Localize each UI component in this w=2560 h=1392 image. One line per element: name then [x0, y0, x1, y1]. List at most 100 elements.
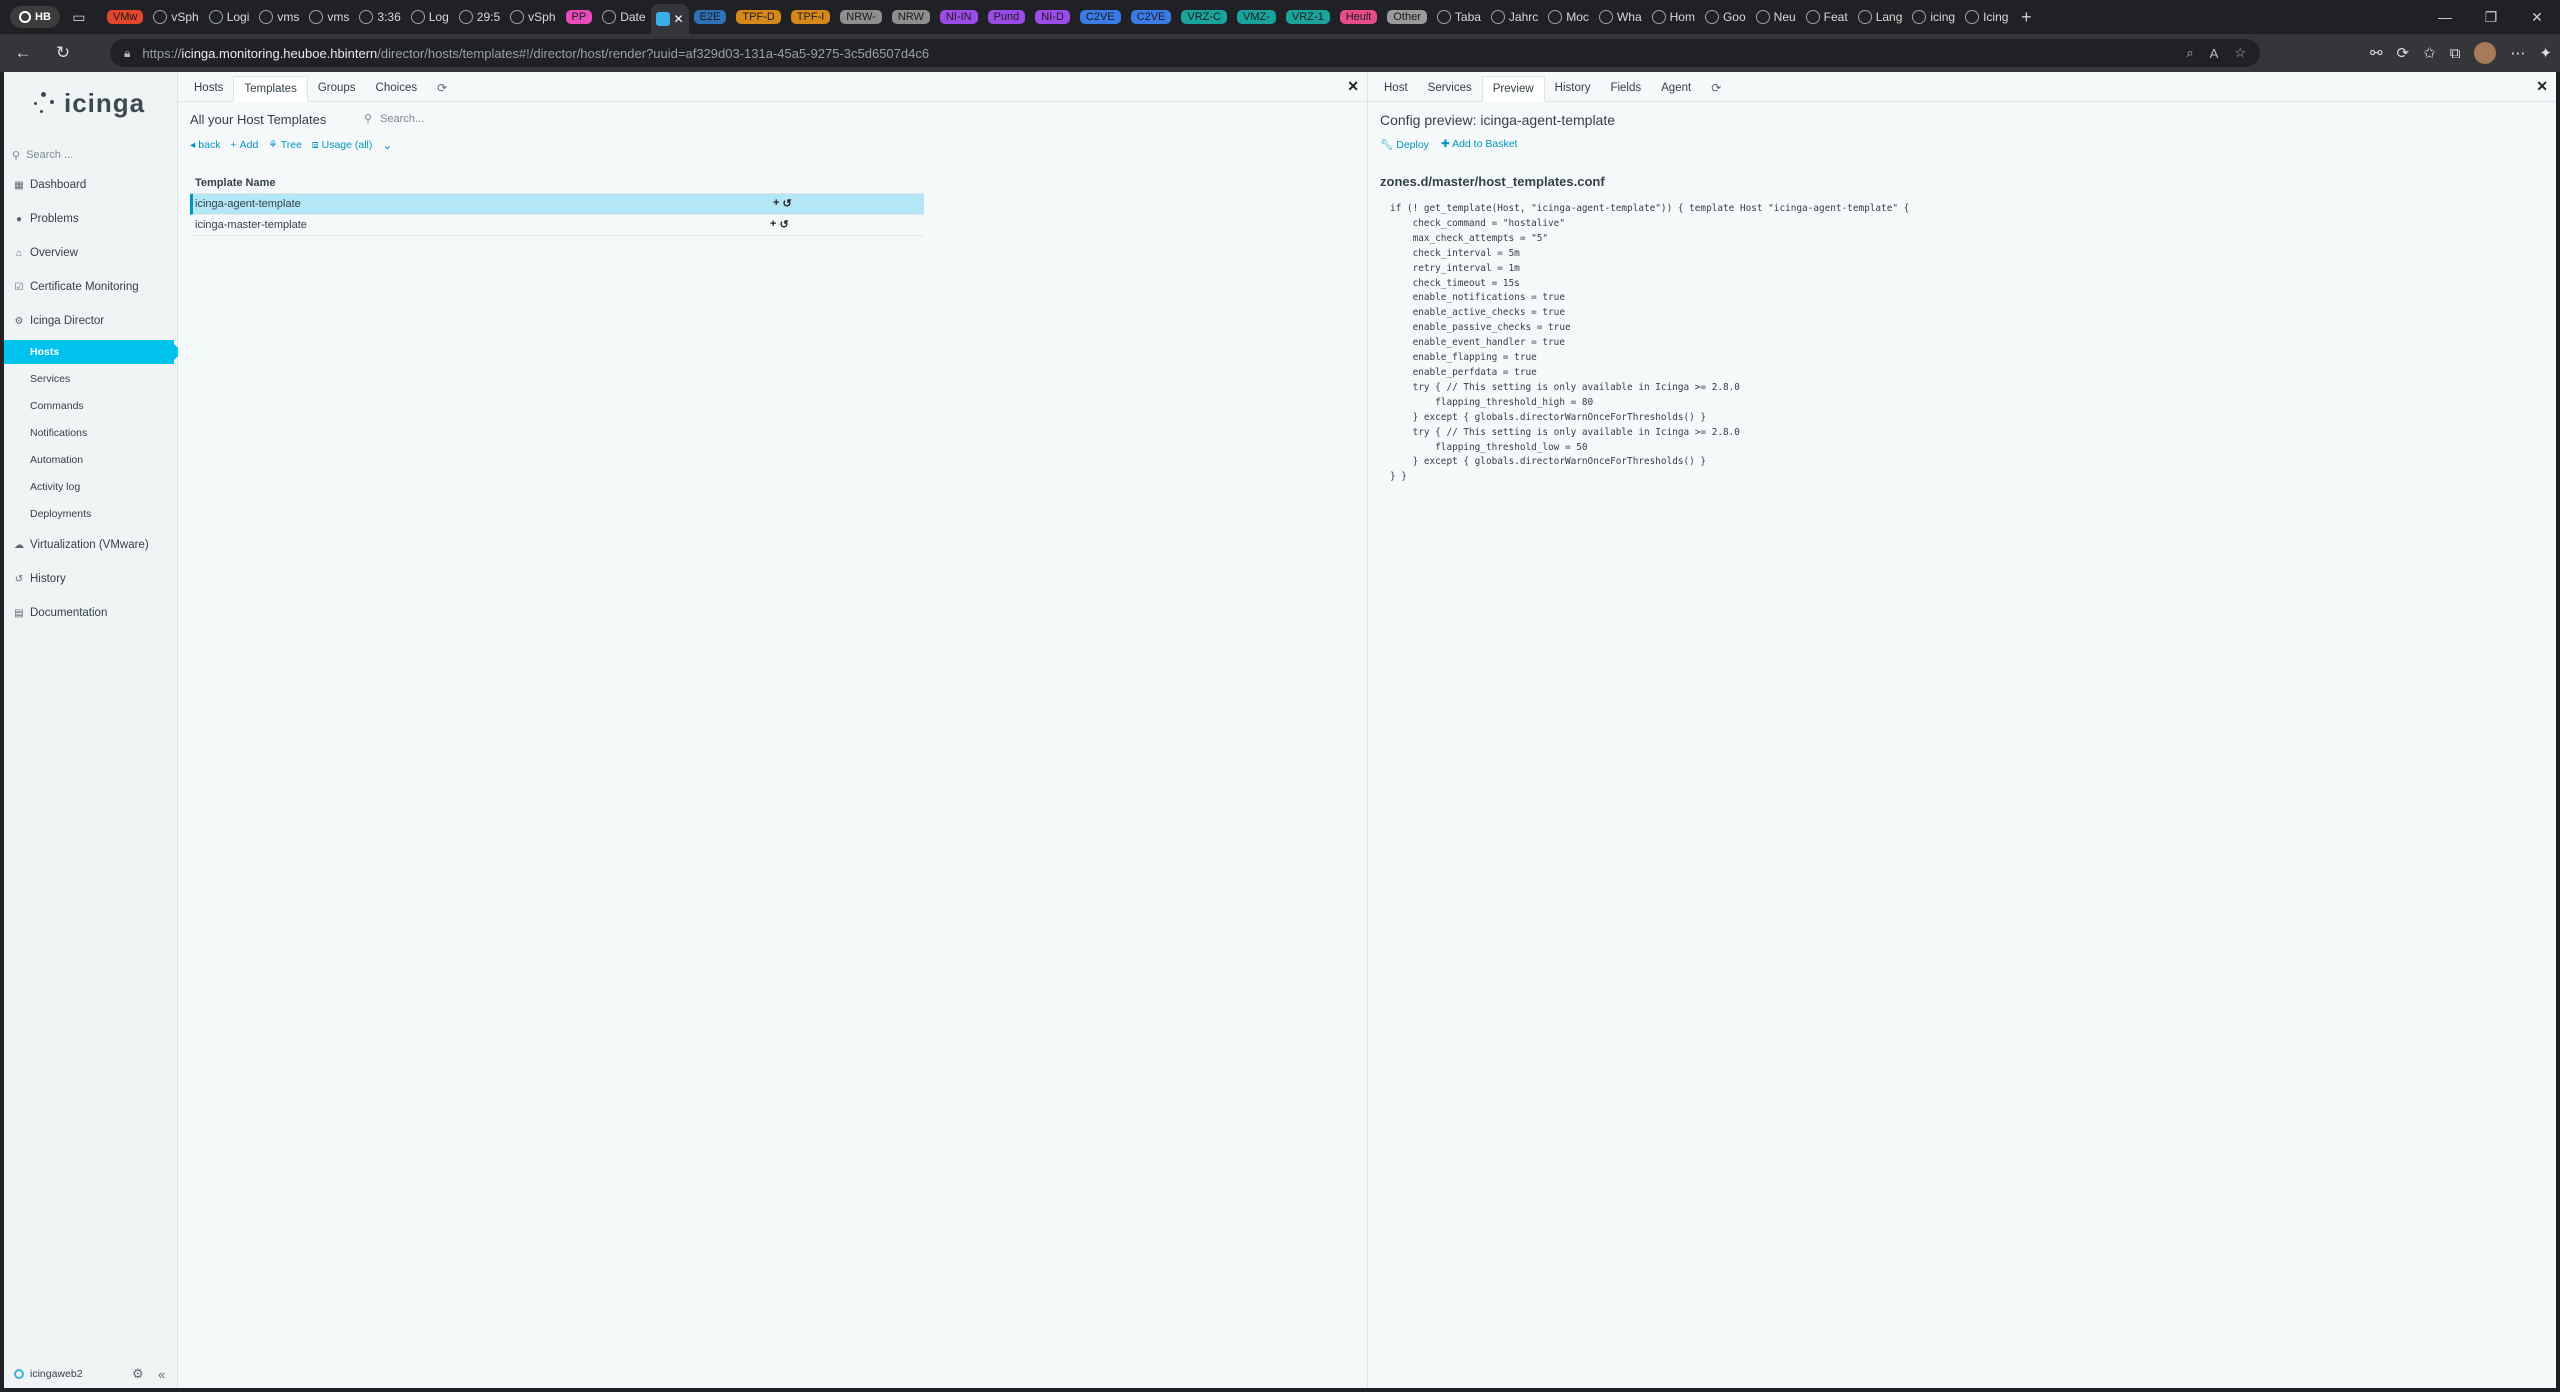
browser-tab[interactable]: vSph	[505, 4, 560, 30]
favorite-star-icon[interactable]: ☆	[2234, 45, 2246, 61]
browser-tab[interactable]: Icing	[1960, 4, 2013, 30]
browser-tab[interactable]: Log	[406, 4, 454, 30]
sidebar-item-icinga-director[interactable]: ⚙ Icinga Director	[4, 308, 178, 334]
browser-tab[interactable]: VMw	[102, 4, 148, 30]
settings-gear-icon[interactable]: ⚙	[132, 1366, 144, 1382]
tab-actions-icon[interactable]: ▭	[66, 4, 92, 30]
tab-preview[interactable]: Preview	[1481, 76, 1545, 102]
browser-tab[interactable]: E2E	[689, 4, 732, 30]
collapse-sidebar-icon[interactable]: «	[158, 1367, 165, 1382]
sidebar-item-dashboard[interactable]: ▦ Dashboard	[4, 172, 178, 198]
sidebar-subitem-notifications[interactable]: Notifications	[4, 421, 178, 445]
sidebar-subitem-activity-log[interactable]: Activity log	[4, 475, 178, 499]
tree-link[interactable]: ⚘ Tree	[268, 139, 302, 151]
close-column-icon[interactable]: ✕	[1347, 78, 1359, 95]
browser-tab[interactable]: VRZ-1	[1281, 4, 1335, 30]
sidebar-item-certificate-monitoring[interactable]: ☑ Certificate Monitoring	[4, 274, 178, 300]
tab-choices[interactable]: Choices	[366, 75, 428, 101]
browser-tab[interactable]: Logi	[204, 4, 255, 30]
browser-tab[interactable]: icing	[1907, 4, 1960, 30]
browser-tab[interactable]: Other	[1382, 4, 1432, 30]
sidebar-item-problems[interactable]: ● Problems	[4, 206, 178, 232]
account-avatar[interactable]	[2474, 42, 2497, 64]
browser-tab[interactable]: vms	[254, 4, 304, 30]
url-field[interactable]: 🔒︎ https://icinga.monitoring.heuboe.hbin…	[110, 39, 2260, 67]
add-link[interactable]: + Add	[230, 139, 258, 151]
favorites-icon[interactable]: ✩	[2423, 44, 2436, 62]
browser-tab[interactable]: Taba	[1432, 4, 1486, 30]
sidebar-search-input[interactable]: ⚲ Search ...	[12, 144, 170, 166]
back-icon[interactable]: ←	[6, 38, 40, 68]
sidebar-item-history[interactable]: ↺ History	[4, 566, 178, 592]
reload-icon[interactable]: ↻	[46, 38, 80, 68]
browser-tab[interactable]: Date	[597, 4, 650, 30]
tab-groups[interactable]: Groups	[308, 75, 366, 101]
tab-host[interactable]: Host	[1374, 75, 1418, 101]
browser-tab[interactable]: Lang	[1853, 4, 1908, 30]
sidebar-subitem-services[interactable]: Services	[4, 367, 178, 391]
sync-icon[interactable]: ⟳	[2397, 44, 2410, 62]
tab-fields[interactable]: Fields	[1600, 75, 1651, 101]
browser-tab[interactable]: Moc	[1543, 4, 1594, 30]
browser-tab[interactable]: Heult	[1335, 4, 1383, 30]
browser-tab[interactable]: NI-D	[1030, 4, 1075, 30]
sidebar-subitem-hosts[interactable]: Hosts	[4, 340, 182, 364]
tab-agent[interactable]: Agent	[1651, 75, 1701, 101]
browser-tab[interactable]: Pund	[983, 4, 1031, 30]
add-to-basket-link[interactable]: ✚ Add to Basket	[1441, 138, 1518, 151]
browser-tab[interactable]: VRZ-C	[1176, 4, 1232, 30]
tab-hosts[interactable]: Hosts	[184, 75, 233, 101]
browser-tab[interactable]: 29:5	[454, 4, 505, 30]
refresh-icon[interactable]: ⟳	[427, 75, 457, 101]
icinga-logo[interactable]: icinga	[32, 88, 145, 119]
history-icon[interactable]: ↺	[782, 197, 791, 210]
browser-tab[interactable]: NI-IN	[935, 4, 983, 30]
plus-icon[interactable]: +	[773, 197, 779, 210]
site-info-icon[interactable]: 🔒︎	[124, 46, 130, 61]
sidebar-subitem-automation[interactable]: Automation	[4, 448, 178, 472]
browser-tab[interactable]: Goo	[1700, 4, 1751, 30]
browser-tab[interactable]: Jahrc	[1486, 4, 1543, 30]
more-menu-icon[interactable]: ⋯	[2510, 44, 2525, 62]
deploy-link[interactable]: 🔧︎ Deploy	[1380, 138, 1429, 151]
template-search-input[interactable]: ⚲ Search...	[364, 112, 424, 126]
browser-tab[interactable]: NRW	[887, 4, 935, 30]
browser-tab[interactable]: 3:36	[354, 4, 405, 30]
sidebar-item-documentation[interactable]: ▤ Documentation	[4, 600, 178, 626]
tab-templates[interactable]: Templates	[233, 76, 308, 102]
browser-tab[interactable]: vSph	[148, 4, 203, 30]
browser-tab-active[interactable]: ✕	[650, 4, 689, 34]
back-link[interactable]: ◂ back	[190, 139, 220, 151]
sidebar-item-virtualization[interactable]: ☁ Virtualization (VMware)	[4, 532, 178, 558]
browser-tab[interactable]: Hom	[1647, 4, 1700, 30]
browser-tab[interactable]: Feat	[1801, 4, 1853, 30]
refresh-icon[interactable]: ⟳	[1701, 75, 1731, 101]
collections-icon[interactable]: ⧉	[2450, 45, 2461, 62]
browser-tab[interactable]: C2VE	[1075, 4, 1126, 30]
new-tab-button[interactable]: +	[2013, 4, 2039, 30]
user-menu[interactable]: icingaweb2	[30, 1368, 83, 1380]
browser-tab[interactable]: VMZ-	[1232, 4, 1281, 30]
zoom-icon[interactable]: ⌕	[2186, 45, 2193, 61]
tab-history[interactable]: History	[1545, 75, 1601, 101]
copilot-icon[interactable]: ✦	[2539, 44, 2552, 62]
browser-tab[interactable]: Wha	[1594, 4, 1647, 30]
browser-tab[interactable]: TPF-D	[731, 4, 785, 30]
close-window-button[interactable]: ✕	[2514, 0, 2560, 34]
minimize-button[interactable]: —	[2422, 0, 2468, 34]
extensions-icon[interactable]: ⚯	[2370, 44, 2383, 62]
browser-tab[interactable]: Neu	[1751, 4, 1801, 30]
browser-tab[interactable]: TPF-I	[786, 4, 836, 30]
browser-tab[interactable]: PP	[561, 4, 598, 30]
table-row[interactable]: icinga-agent-template + ↺	[190, 194, 924, 215]
browser-tab[interactable]: C2VE	[1126, 4, 1177, 30]
tab-services[interactable]: Services	[1418, 75, 1482, 101]
maximize-button[interactable]: ❐	[2468, 0, 2514, 34]
close-tab-icon[interactable]: ✕	[674, 12, 684, 26]
plus-icon[interactable]: +	[770, 218, 776, 231]
usage-link[interactable]: ⧈ Usage (all)	[312, 139, 372, 152]
browser-tab[interactable]: NRW-	[835, 4, 887, 30]
sidebar-subitem-deployments[interactable]: Deployments	[4, 502, 178, 526]
browser-tab[interactable]: vms	[304, 4, 354, 30]
history-icon[interactable]: ↺	[779, 218, 788, 231]
